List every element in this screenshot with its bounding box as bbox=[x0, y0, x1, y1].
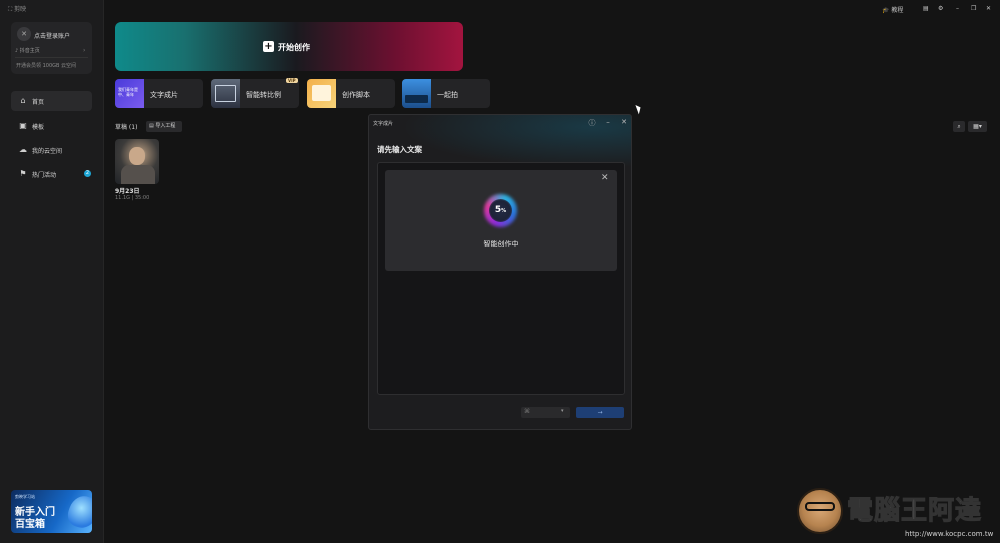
tool-smart-ratio[interactable]: 智能转比例 VIP bbox=[211, 78, 299, 108]
generate-button[interactable]: → bbox=[576, 407, 624, 418]
ratio-frame-icon bbox=[215, 85, 236, 102]
sidebar-item-label: 首页 bbox=[32, 99, 45, 106]
dialog-heading: 请先输入文案 bbox=[377, 145, 422, 154]
plus-icon: + bbox=[263, 41, 274, 52]
script-doc-icon bbox=[312, 85, 331, 101]
mouse-cursor bbox=[635, 103, 643, 115]
progress-label: 智能创作中 bbox=[483, 240, 519, 248]
divider bbox=[15, 57, 88, 58]
search-icon[interactable]: ⌕ bbox=[953, 121, 965, 132]
text-to-video-dialog: 文字成片 ⓘ – ✕ 请先输入文案 ✕ 5% 智能创作中 ⌘ ▾ → bbox=[368, 114, 632, 430]
restore-button[interactable]: ❐ bbox=[971, 5, 976, 12]
watermark-url: http://www.kocpc.com.tw bbox=[905, 530, 994, 538]
close-icon[interactable]: ✕ bbox=[619, 118, 629, 126]
tool-thumbnail: 我们青年是中、青年 bbox=[115, 79, 144, 108]
login-prompt[interactable]: 点击登录账户 bbox=[34, 31, 70, 40]
promo-banner[interactable]: 剪映学习站 新手入门 百宝箱 bbox=[11, 490, 92, 533]
draft-meta: 11.1G | 35:00 bbox=[115, 195, 150, 201]
dialog-title: 文字成片 bbox=[373, 121, 394, 127]
minimize-icon[interactable]: – bbox=[603, 118, 613, 126]
douyin-icon: ♪ bbox=[15, 48, 19, 54]
account-card[interactable]: ✕ 点击登录账户 ♪ 抖音主页 › 开通会员领 100GB 云空间 bbox=[11, 22, 92, 74]
watermark-glasses bbox=[805, 502, 835, 511]
sidebar-item-home[interactable]: ⌂ 首页 bbox=[11, 91, 92, 111]
sidebar-item-templates[interactable]: ▣ 模板 bbox=[11, 116, 92, 136]
tool-thumbnail bbox=[211, 79, 240, 108]
flag-icon: ⚑ bbox=[19, 169, 27, 178]
graduation-icon: 🎓 bbox=[882, 7, 890, 14]
draft-face bbox=[129, 147, 145, 165]
sidebar-item-cloud[interactable]: ☁ 我的云空间 bbox=[11, 140, 92, 160]
group-photo-icon bbox=[405, 95, 428, 103]
view-toggle-button[interactable]: ▦▾ bbox=[968, 121, 987, 132]
promo-graphic bbox=[64, 492, 92, 532]
chevron-down-icon: ▾ bbox=[978, 123, 982, 130]
message-icon[interactable]: ▤ bbox=[923, 5, 929, 12]
promo-subtitle: 百宝箱 bbox=[15, 519, 45, 530]
notification-badge: 2 bbox=[84, 170, 91, 177]
progress-card: ✕ 5% 智能创作中 bbox=[385, 170, 617, 271]
tool-label: 文字成片 bbox=[150, 91, 178, 99]
avatar[interactable]: ✕ bbox=[17, 27, 31, 41]
tool-label: 创作脚本 bbox=[342, 91, 370, 99]
minimize-button[interactable]: – bbox=[956, 5, 959, 12]
tool-thumbnail bbox=[307, 79, 336, 108]
script-input-area[interactable]: ✕ 5% 智能创作中 bbox=[377, 162, 625, 395]
voice-icon: ⌘ bbox=[524, 408, 530, 415]
storage-promo[interactable]: 开通会员领 100GB 云空间 bbox=[16, 62, 76, 69]
close-button[interactable]: ✕ bbox=[986, 5, 991, 12]
tool-shoot-together[interactable]: 一起拍 bbox=[402, 79, 490, 108]
watermark: 電腦王阿達 http://www.kocpc.com.tw bbox=[797, 486, 1000, 543]
settings-icon[interactable]: ⚙ bbox=[938, 5, 943, 12]
douyin-home-link[interactable]: ♪ 抖音主页 bbox=[15, 47, 40, 54]
app-logo: ⛶ 剪映 bbox=[8, 6, 27, 13]
sidebar-item-label: 我的云空间 bbox=[32, 148, 63, 155]
import-icon: ▤ bbox=[149, 123, 154, 129]
tutorial-button[interactable]: 🎓 教程 bbox=[882, 5, 903, 14]
drafts-title: 草稿 (1) bbox=[115, 124, 138, 131]
draft-thumbnail[interactable] bbox=[115, 139, 159, 184]
sidebar-item-label: 热门活动 bbox=[32, 172, 57, 179]
vip-badge: VIP bbox=[286, 78, 298, 83]
sidebar-item-events[interactable]: ⚑ 热门活动 2 bbox=[11, 164, 92, 184]
start-creation-button[interactable]: + 开始创作 bbox=[115, 22, 463, 71]
watermark-text: 電腦王阿達 bbox=[846, 496, 983, 527]
tool-text-to-video[interactable]: 我们青年是中、青年 文字成片 bbox=[115, 79, 203, 108]
home-icon: ⌂ bbox=[20, 96, 26, 105]
tool-thumbnail bbox=[402, 79, 431, 108]
close-icon[interactable]: ✕ bbox=[601, 173, 609, 183]
chevron-right-icon: › bbox=[83, 47, 86, 54]
tool-creative-script[interactable]: 创作脚本 bbox=[307, 79, 395, 108]
sidebar: ⛶ 剪映 ✕ 点击登录账户 ♪ 抖音主页 › 开通会员领 100GB 云空间 ⌂… bbox=[0, 0, 104, 543]
sidebar-item-label: 模板 bbox=[32, 124, 45, 131]
thumb-text: 我们青年是中、青年 bbox=[118, 87, 138, 97]
tool-label: 一起拍 bbox=[437, 91, 458, 99]
voice-select[interactable]: ⌘ ▾ bbox=[521, 407, 570, 418]
draft-body bbox=[121, 165, 155, 184]
tool-label: 智能转比例 bbox=[246, 91, 281, 99]
template-icon: ▣ bbox=[19, 121, 27, 130]
promo-tag: 剪映学习站 bbox=[15, 494, 35, 499]
chevron-down-icon: ▾ bbox=[561, 408, 564, 414]
cloud-icon: ☁ bbox=[19, 145, 27, 154]
watermark-mascot bbox=[797, 488, 843, 534]
progress-percent: 5% bbox=[494, 205, 507, 215]
help-icon[interactable]: ⓘ bbox=[587, 118, 597, 128]
start-creation-label: 开始创作 bbox=[278, 43, 310, 52]
draft-date: 9月23日 bbox=[115, 188, 140, 195]
import-project-button[interactable]: ▤ 导入工程 bbox=[146, 121, 182, 132]
